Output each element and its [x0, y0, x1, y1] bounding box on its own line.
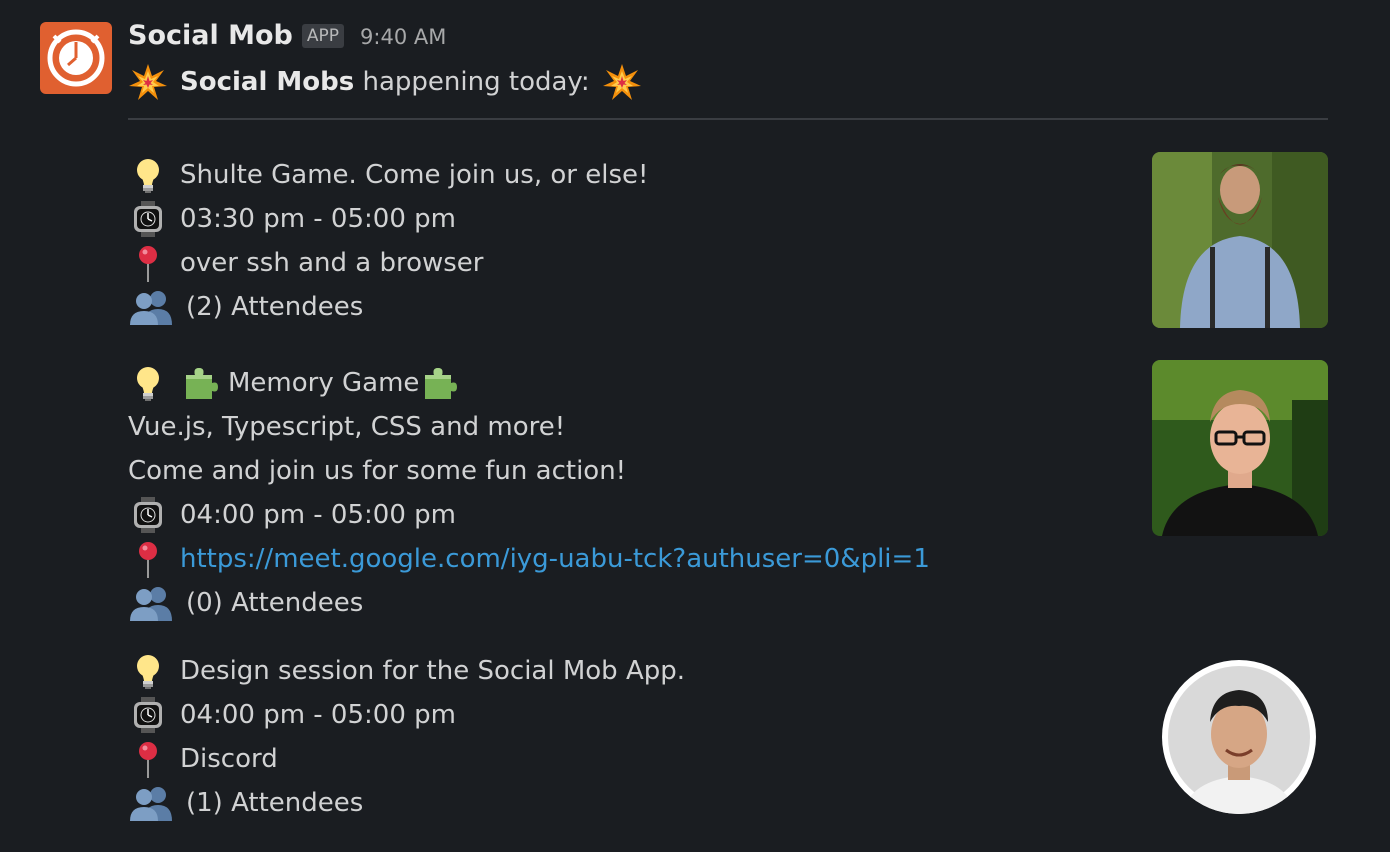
event-1-time-row: 03:30 pm - 05:00 pm	[128, 197, 456, 241]
watch-icon	[128, 199, 168, 239]
busts-in-silhouette-icon	[128, 583, 174, 623]
divider	[128, 118, 1328, 120]
puzzle-piece-icon	[419, 363, 459, 403]
event-2-location-row: https://meet.google.com/iyg-uabu-tck?aut…	[128, 537, 930, 581]
event-1-title-row: Shulte Game. Come join us, or else!	[128, 153, 648, 197]
round-pushpin-icon	[128, 539, 168, 579]
watch-icon	[128, 495, 168, 535]
round-pushpin-icon	[128, 739, 168, 779]
event-3-location: Discord	[180, 744, 278, 774]
event-1-title: Shulte Game. Come join us, or else!	[180, 160, 649, 190]
lightbulb-icon	[128, 155, 168, 195]
event-2-time: 04:00 pm - 05:00 pm	[180, 500, 456, 530]
intro-text: happening today:	[354, 67, 590, 97]
event-2-description-1: Vue.js, Typescript, CSS and more!	[128, 412, 566, 442]
event-2-host-photo[interactable]	[1152, 360, 1328, 536]
app-badge: APP	[301, 24, 345, 48]
host-portrait	[1152, 152, 1328, 328]
event-1-attendees-row: (2) Attendees	[128, 285, 363, 329]
collision-icon	[602, 62, 642, 102]
event-3-host-photo[interactable]	[1162, 660, 1316, 814]
event-2-location-link[interactable]: https://meet.google.com/iyg-uabu-tck?aut…	[180, 537, 930, 581]
event-3-attendees: (1) Attendees	[186, 788, 364, 818]
puzzle-piece-icon	[180, 363, 220, 403]
event-3-time: 04:00 pm - 05:00 pm	[180, 700, 456, 730]
event-1-location: over ssh and a browser	[180, 248, 484, 278]
event-1-location-row: over ssh and a browser	[128, 241, 483, 285]
event-3-attendees-row: (1) Attendees	[128, 781, 363, 825]
busts-in-silhouette-icon	[128, 287, 174, 327]
event-1-host-photo[interactable]	[1152, 152, 1328, 328]
event-3-time-row: 04:00 pm - 05:00 pm	[128, 693, 456, 737]
event-1-attendees: (2) Attendees	[186, 292, 364, 322]
intro-bold: Social Mobs	[180, 67, 355, 97]
event-2-description-2: Come and join us for some fun action!	[128, 456, 627, 486]
host-portrait	[1152, 360, 1328, 536]
host-portrait	[1168, 666, 1310, 814]
event-2-description-row-2: Come and join us for some fun action!	[128, 449, 626, 493]
sender-name[interactable]: Social Mob	[128, 20, 293, 51]
app-avatar[interactable]	[40, 22, 112, 94]
event-1-time: 03:30 pm - 05:00 pm	[180, 204, 456, 234]
round-pushpin-icon	[128, 243, 168, 283]
event-2-description-row-1: Vue.js, Typescript, CSS and more!	[128, 405, 565, 449]
watch-icon	[128, 695, 168, 735]
event-3-title: Design session for the Social Mob App.	[180, 656, 686, 686]
busts-in-silhouette-icon	[128, 783, 174, 823]
clock-logo-icon	[47, 29, 105, 87]
intro-line: Social Mobs happening today:	[128, 60, 642, 104]
event-2-attendees: (0) Attendees	[186, 588, 364, 618]
event-2-time-row: 04:00 pm - 05:00 pm	[128, 493, 456, 537]
event-2-title: Memory Game	[228, 368, 420, 398]
message-header: Social Mob APP 9:40 AM	[128, 20, 446, 51]
event-3-title-row: Design session for the Social Mob App.	[128, 649, 685, 693]
event-2-title-row: Memory Game	[128, 361, 459, 405]
event-2-attendees-row: (0) Attendees	[128, 581, 363, 625]
lightbulb-icon	[128, 651, 168, 691]
lightbulb-icon	[128, 363, 168, 403]
collision-icon	[128, 62, 168, 102]
event-3-location-row: Discord	[128, 737, 278, 781]
message-timestamp[interactable]: 9:40 AM	[360, 25, 446, 49]
